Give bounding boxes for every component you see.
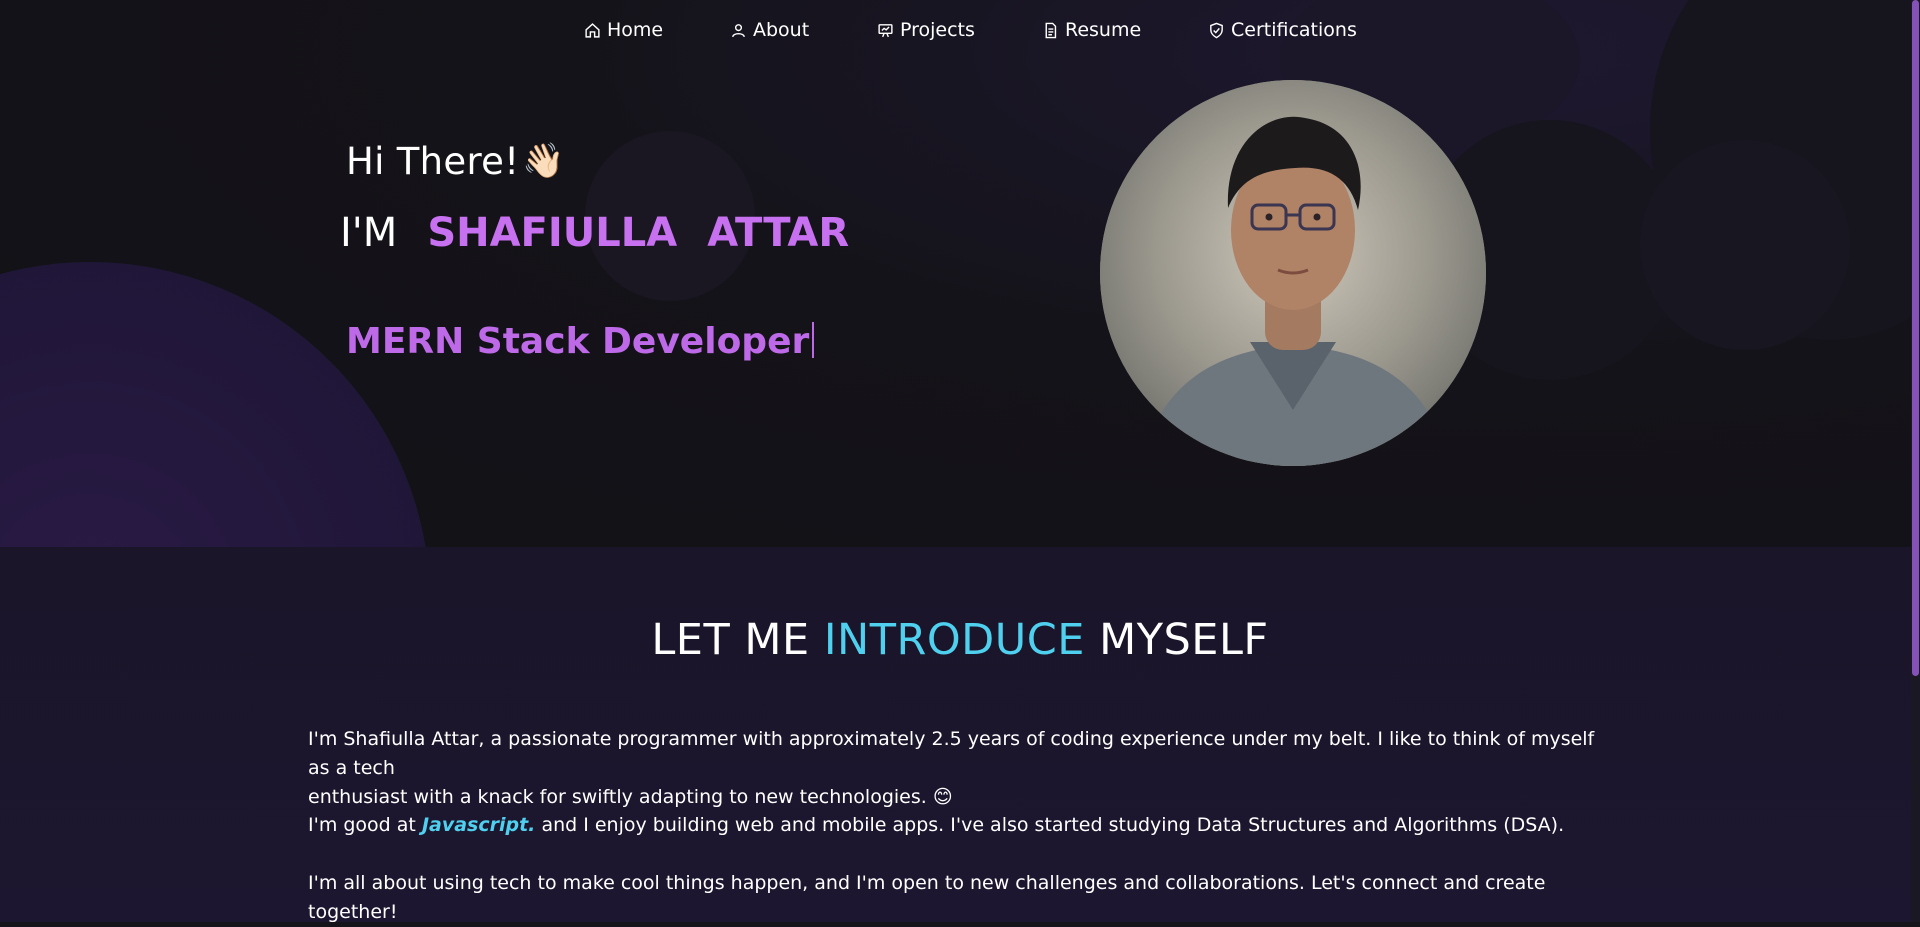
- nav-label: About: [753, 19, 810, 41]
- main-nav: Home About Projects Resume Certification…: [0, 0, 1920, 64]
- nav-label: Home: [607, 19, 664, 41]
- nav-item-about[interactable]: About: [730, 19, 809, 41]
- scrollbar-track[interactable]: [1911, 0, 1920, 922]
- name-heading: I'M SHAFIULLA ATTAR: [340, 210, 849, 256]
- role-typewriter: MERN Stack Developer: [346, 321, 815, 362]
- intro-heading: LET ME INTRODUCE MYSELF: [0, 615, 1920, 665]
- background-blob: [0, 262, 430, 547]
- paragraph-text: and I enjoy building web and mobile apps…: [541, 814, 1565, 836]
- nav-label: Certifications: [1231, 19, 1357, 41]
- nav-item-certifications[interactable]: Certifications: [1208, 19, 1357, 41]
- wave-emoji: 👋🏻: [522, 141, 565, 181]
- nav-item-resume[interactable]: Resume: [1042, 19, 1141, 41]
- greeting: Hi There!: [346, 140, 520, 183]
- im-label: I'M: [340, 210, 398, 256]
- background-blob: [1640, 140, 1850, 350]
- paragraph-text: I'm good at: [308, 814, 416, 836]
- home-icon: [585, 22, 600, 38]
- heading-part2: MYSELF: [1099, 615, 1269, 665]
- document-icon: [1045, 22, 1057, 38]
- profile-photo: [1100, 80, 1486, 466]
- role-text: MERN Stack Developer: [346, 321, 810, 362]
- shield-check-icon: [1210, 22, 1223, 38]
- nav-label: Projects: [900, 19, 975, 41]
- heading-accent: INTRODUCE: [823, 615, 1085, 665]
- nav-label: Resume: [1065, 19, 1142, 41]
- intro-paragraph-3: I'm all about using tech to make cool th…: [308, 872, 1546, 923]
- intro-paragraph-1: I'm Shafiulla Attar, a passionate progra…: [308, 725, 1608, 812]
- typing-cursor: [812, 322, 815, 358]
- scrollbar-thumb[interactable]: [1912, 0, 1919, 676]
- hero-section: Hi There! 👋🏻 I'M SHAFIULLA ATTAR MERN St…: [0, 0, 1920, 547]
- last-name: ATTAR: [707, 210, 850, 256]
- user-icon: [732, 23, 745, 37]
- nav-item-projects[interactable]: Projects: [877, 19, 975, 41]
- first-name: SHAFIULLA: [427, 210, 678, 256]
- intro-paragraph-2: I'm good at Javascript. and I enjoy buil…: [308, 811, 1608, 840]
- paragraph-line: I'm Shafiulla Attar, a passionate progra…: [308, 728, 1595, 779]
- heading-part1: LET ME: [651, 615, 810, 665]
- skill-highlight: Javascript.: [421, 814, 536, 836]
- presentation-icon: [878, 23, 893, 37]
- nav-item-home[interactable]: Home: [584, 19, 663, 41]
- paragraph-line: enthusiast with a knack for swiftly adap…: [308, 786, 953, 808]
- avatar: [1100, 80, 1486, 466]
